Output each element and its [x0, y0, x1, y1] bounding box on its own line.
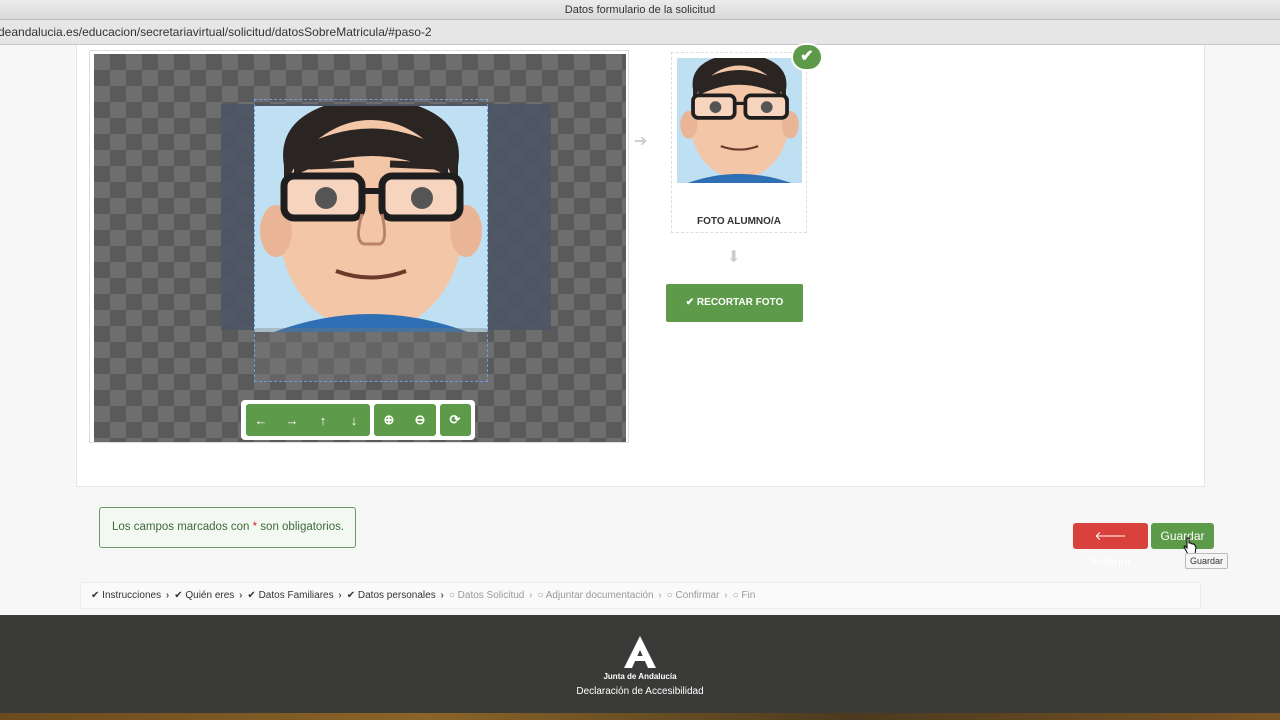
check-circle-icon: ✔: [247, 590, 259, 601]
chevron-right-icon: ›: [655, 590, 662, 601]
save-tooltip: Guardar: [1185, 553, 1228, 569]
zoom-in-icon: ⊕: [383, 412, 395, 427]
move-left-button[interactable]: ←: [246, 404, 277, 436]
step-4[interactable]: ✔ Datos personales ›: [347, 583, 446, 608]
chevron-right-icon: ›: [236, 590, 243, 601]
step-3[interactable]: ✔ Datos Familiares ›: [247, 583, 343, 608]
step-label: Datos personales: [357, 590, 436, 601]
cropper-frame: ← → ↑ ↓ ⊕ ⊖ ⟳: [89, 50, 629, 443]
move-up-button[interactable]: ↑: [308, 404, 339, 436]
progress-steps: ✔ Instrucciones › ✔ Quién eres › ✔ Datos F…: [80, 582, 1201, 609]
arrow-down-icon: ⬇: [727, 249, 741, 266]
check-icon: ✔: [791, 43, 823, 71]
photo-panel: ← → ↑ ↓ ⊕ ⊖ ⟳ ➔ FOTO ALUMNO/A ✔ ⬇ ✔ RECO…: [76, 43, 1205, 487]
step-label: Fin: [741, 590, 756, 601]
photo-preview-card: FOTO ALUMNO/A: [671, 52, 807, 233]
arrow-up-icon: ↑: [319, 412, 327, 428]
move-button-group: ← → ↑ ↓: [245, 404, 370, 436]
address-bar[interactable]: deandalucia.es/educacion/secretariavirtu…: [0, 20, 1280, 45]
junta-andalucia-logo: [624, 636, 656, 668]
previous-button[interactable]: 🡐 Anterior: [1073, 523, 1148, 569]
move-right-button[interactable]: →: [277, 404, 308, 436]
page: ← → ↑ ↓ ⊕ ⊖ ⟳ ➔ FOTO ALUMNO/A ✔ ⬇ ✔ RECO…: [0, 43, 1280, 615]
step-label: Confirmar: [675, 590, 720, 601]
step-label: Instrucciones: [102, 590, 162, 601]
circle-icon: ○: [537, 590, 546, 601]
cropper-toolbar: ← → ↑ ↓ ⊕ ⊖ ⟳: [241, 400, 475, 440]
photo-preview-label: FOTO ALUMNO/A: [697, 216, 781, 227]
chevron-right-icon: ›: [437, 590, 444, 601]
url-text[interactable]: deandalucia.es/educacion/secretariavirtu…: [0, 20, 432, 44]
chevron-right-icon: ›: [163, 590, 170, 601]
check-circle-icon: ✔: [174, 590, 186, 601]
crop-selection-box[interactable]: [254, 99, 488, 382]
step-1[interactable]: ✔ Instrucciones ›: [91, 583, 171, 608]
zoom-out-icon: ⊖: [414, 412, 426, 427]
check-circle-icon: ✔: [346, 590, 358, 601]
zoom-button-group: ⊕ ⊖: [373, 404, 436, 436]
crop-photo-button[interactable]: ✔ RECORTAR FOTO: [666, 284, 803, 322]
reset-button-group: ⟳: [439, 404, 471, 436]
arrow-left-icon: ←: [254, 412, 268, 428]
step-2[interactable]: ✔ Quién eres ›: [174, 583, 244, 608]
notice-suffix: son obligatorios.: [257, 521, 345, 533]
photo-preview-image: [677, 58, 802, 183]
zoom-out-button[interactable]: ⊖: [405, 404, 436, 436]
step-6[interactable]: ○ Adjuntar documentación ›: [537, 583, 663, 608]
circle-icon: ○: [666, 590, 676, 601]
cropper-canvas[interactable]: ← → ↑ ↓ ⊕ ⊖ ⟳: [94, 54, 626, 442]
step-8[interactable]: ○ Fin: [733, 583, 756, 608]
footer: Junta de Andalucía Declaración de Accesi…: [0, 615, 1280, 720]
accessibility-link[interactable]: Declaración de Accesibilidad: [0, 686, 1280, 697]
check-circle-icon: ✔: [91, 590, 103, 601]
step-5[interactable]: ○ Datos Solicitud ›: [449, 583, 535, 608]
step-label: Datos Familiares: [258, 590, 334, 601]
circle-icon: ○: [448, 590, 458, 601]
step-7[interactable]: ○ Confirmar ›: [667, 583, 730, 608]
chevron-right-icon: ›: [526, 590, 533, 601]
logo-name: Junta de Andalucía: [603, 672, 677, 681]
refresh-icon: ⟳: [449, 412, 461, 427]
arrow-right-icon: →: [285, 412, 299, 428]
window-title: Datos formulario de la solicitud: [0, 0, 1280, 20]
reset-button[interactable]: ⟳: [440, 404, 471, 436]
notice-prefix: Los campos marcados con: [112, 521, 253, 533]
chevron-right-icon: ›: [721, 590, 728, 601]
chevron-right-icon: ›: [335, 590, 342, 601]
step-label: Quién eres: [185, 590, 235, 601]
move-down-button[interactable]: ↓: [339, 404, 370, 436]
arrow-right-icon: ➔: [634, 133, 648, 150]
required-fields-notice: Los campos marcados con * son obligatori…: [99, 507, 356, 548]
step-label: Datos Solicitud: [457, 590, 525, 601]
arrow-down-icon: ↓: [350, 412, 358, 428]
step-label: Adjuntar documentación: [545, 590, 654, 601]
zoom-in-button[interactable]: ⊕: [374, 404, 405, 436]
footer-strip: [0, 713, 1280, 720]
